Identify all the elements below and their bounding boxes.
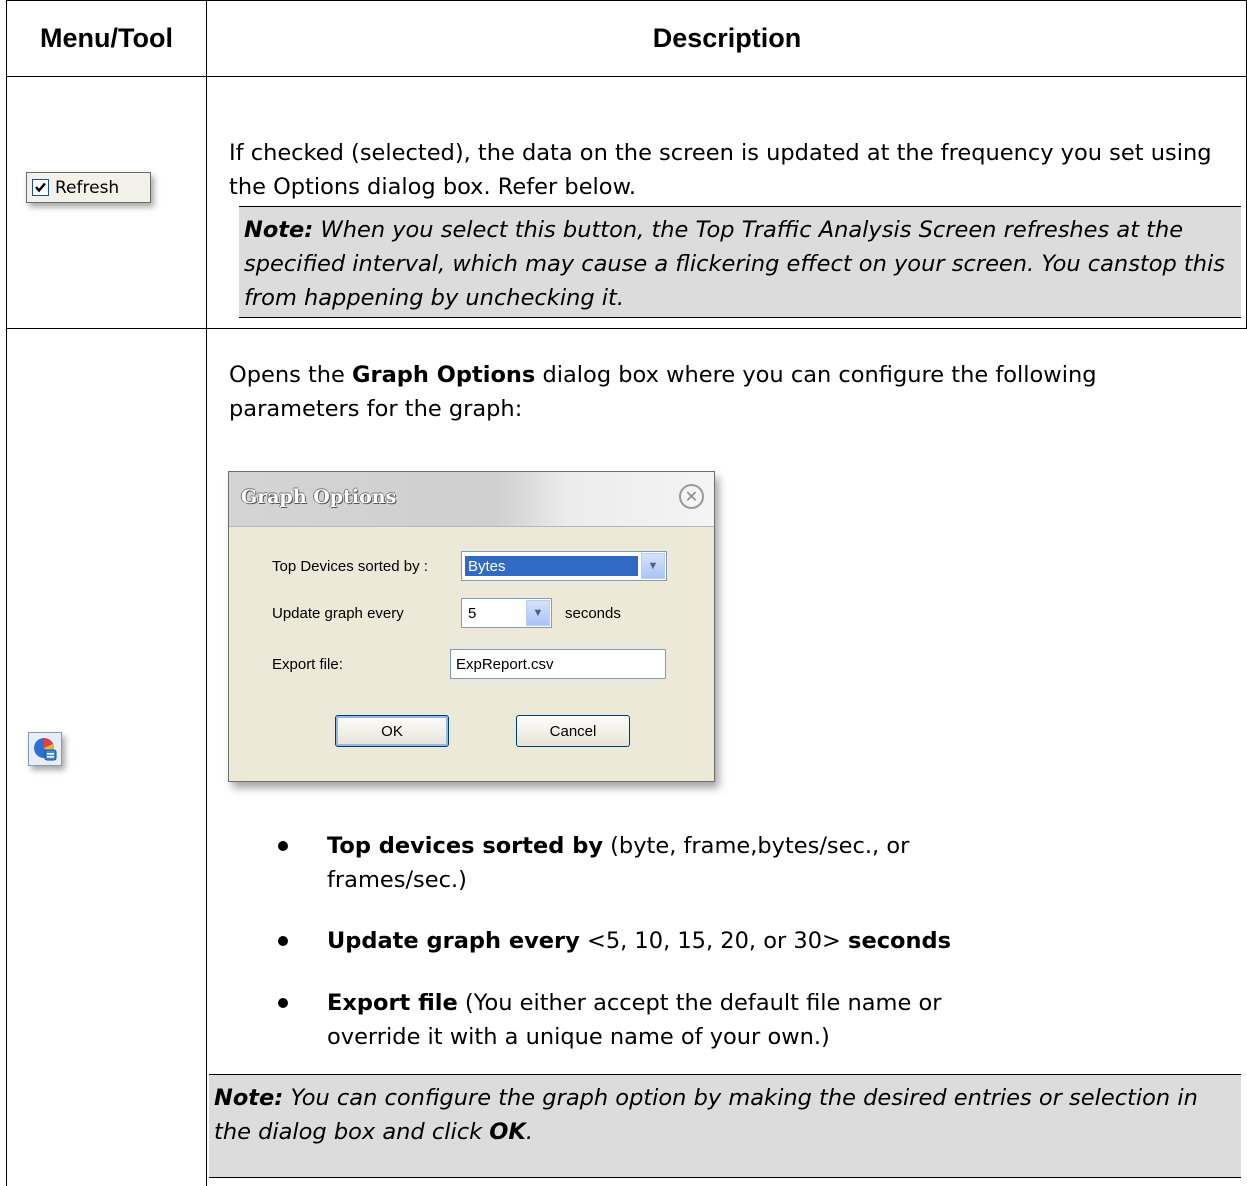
refresh-note-label: Note: [244, 217, 314, 243]
bullet-export-file: Export file (You either accept the defau… [327, 986, 947, 1054]
dialog-title: Graph Options [241, 486, 397, 508]
bullet-update-every: Update graph every <5, 10, 15, 20, or 30… [327, 924, 1207, 958]
bullet-update-text: <5, 10, 15, 20, or 30> [579, 928, 849, 954]
graph-note: Note: You can configure the graph option… [209, 1074, 1241, 1178]
sorted-by-select[interactable]: Bytes ▼ [461, 551, 667, 581]
chevron-down-icon[interactable]: ▼ [526, 600, 550, 626]
dialog-title-bar: Graph Options ✕ [229, 472, 714, 527]
sorted-by-value: Bytes [465, 556, 638, 576]
table-column-divider [206, 0, 207, 1186]
menu-tool-table: Menu/Tool Description Refresh If checked… [0, 0, 1247, 1186]
bullet-sorted-by: Top devices sorted by (byte, frame,bytes… [327, 829, 947, 897]
graph-note-label: Note: [214, 1085, 284, 1111]
bullet-dot [278, 936, 288, 946]
update-every-select[interactable]: 5 ▼ [461, 598, 552, 628]
refresh-note-text: When you select this button, the Top Tra… [244, 217, 1225, 311]
refresh-description: If checked (selected), the data on the s… [229, 140, 1212, 200]
graph-options-icon [34, 738, 57, 761]
checked-checkbox-icon [32, 179, 49, 196]
bullet-update-bold: Update graph every [327, 928, 580, 954]
header-menu-tool: Menu/Tool [40, 22, 173, 53]
bullet-dot [278, 841, 288, 851]
refresh-tool-label: Refresh [55, 177, 120, 198]
graph-note-text: You can configure the graph option by ma… [214, 1085, 1198, 1145]
refresh-checkbox-tool[interactable]: Refresh [26, 172, 151, 203]
refresh-note: Note: When you select this button, the T… [239, 206, 1241, 318]
export-file-label: Export file: [272, 656, 343, 673]
graph-note-end: . [525, 1119, 533, 1145]
header-row-divider [6, 76, 1247, 77]
graph-note-ok: OK [489, 1119, 526, 1145]
graph-intro: Opens the Graph Options dialog box where… [229, 358, 1229, 426]
bullet-sorted-by-bold: Top devices sorted by [327, 833, 603, 859]
bullet-dot [278, 998, 288, 1008]
sorted-by-label: Top Devices sorted by : [272, 558, 428, 575]
update-every-label: Update graph every [272, 605, 404, 622]
chevron-down-icon[interactable]: ▼ [641, 553, 665, 579]
ok-button[interactable]: OK [335, 715, 449, 747]
cancel-button[interactable]: Cancel [516, 715, 630, 747]
table-border-top [6, 0, 1247, 1]
bullet-export-bold: Export file [327, 990, 458, 1016]
row-divider [6, 328, 1247, 329]
update-every-value: 5 [468, 604, 477, 622]
graph-intro-before: Opens the [229, 362, 353, 388]
graph-options-tool-button[interactable] [28, 732, 62, 766]
graph-options-dialog: Graph Options ✕ Top Devices sorted by : … [228, 471, 715, 782]
table-border-left [6, 0, 7, 1186]
header-description: Description [652, 22, 802, 53]
update-unit-label: seconds [565, 605, 621, 622]
export-file-field[interactable]: ExpReport.csv [450, 649, 666, 679]
graph-intro-bold: Graph Options [352, 362, 536, 388]
bullet-update-bold2: seconds [848, 928, 952, 954]
close-icon[interactable]: ✕ [679, 484, 704, 509]
